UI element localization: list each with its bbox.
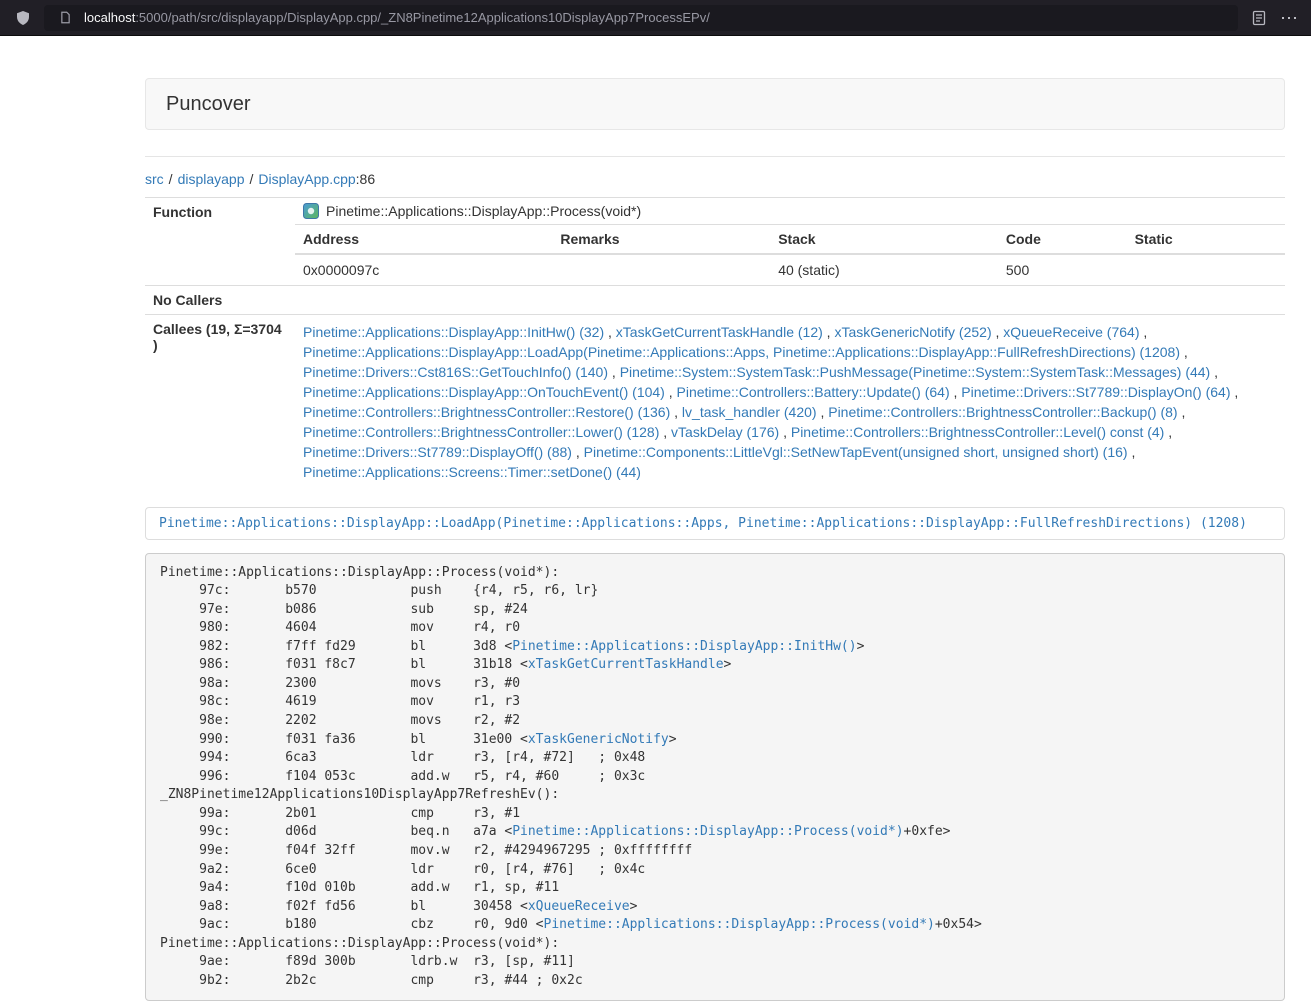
disassembly: Pinetime::Applications::DisplayApp::Proc… [145,553,1285,1001]
breadcrumb: src/displayapp/DisplayApp.cpp:86 [145,171,1285,187]
shield-icon[interactable] [12,7,34,29]
code-symbol-link[interactable]: Pinetime::Applications::DisplayApp::Proc… [512,824,903,839]
static-size-value [1127,254,1285,285]
callee-link[interactable]: Pinetime::Controllers::BrightnessControl… [791,424,1164,440]
callee-link[interactable]: Pinetime::System::SystemTask::PushMessag… [620,364,1211,380]
remarks-header: Remarks [552,225,770,254]
callee-link[interactable]: Pinetime::Components::LittleVgl::SetNewT… [584,444,1128,460]
breadcrumb-file[interactable]: DisplayApp.cpp [258,171,355,187]
function-label: Function [145,198,295,286]
code-symbol-link[interactable]: xTaskGetCurrentTaskHandle [528,657,724,672]
code-size-value: 500 [998,254,1127,285]
callee-link[interactable]: Pinetime::Controllers::Battery::Update()… [677,384,950,400]
address-value: 0x0000097c [295,254,552,285]
no-callers-content [295,286,1285,306]
callee-link[interactable]: Pinetime::Controllers::BrightnessControl… [303,404,670,420]
url-text: localhost:5000/path/src/displayapp/Displ… [84,10,710,25]
code-symbol-link[interactable]: Pinetime::Applications::DisplayApp::Proc… [544,917,935,932]
callee-link[interactable]: xQueueReceive (764) [1003,324,1139,340]
breadcrumb-line-number: :86 [356,171,375,187]
app-title[interactable]: Puncover [146,93,271,116]
code-symbol-link[interactable]: Pinetime::Applications::DisplayApp::Init… [512,639,856,654]
symbol-table: Function Pinetime::Applications::Display… [145,197,1285,489]
callees-list: Pinetime::Applications::DisplayApp::Init… [295,315,1285,489]
function-details-table: Address Remarks Stack Code Static 0x0000… [295,225,1285,285]
callee-link[interactable]: xTaskGetCurrentTaskHandle (12) [616,324,823,340]
callee-link[interactable]: Pinetime::Drivers::St7789::DisplayOff() … [303,444,572,460]
details-header-row: Address Remarks Stack Code Static [295,225,1285,254]
callee-link[interactable]: Pinetime::Applications::DisplayApp::Load… [303,344,1180,360]
no-callers-row: No Callers [145,286,1285,315]
breadcrumb-src[interactable]: src [145,171,164,187]
snippet-link[interactable]: Pinetime::Applications::DisplayApp::Load… [159,516,1247,531]
callee-link[interactable]: Pinetime::Applications::DisplayApp::OnTo… [303,384,665,400]
url-path: :5000/path/src/displayapp/DisplayApp.cpp… [135,10,710,25]
breadcrumb-separator: / [250,171,254,187]
callee-link[interactable]: Pinetime::Controllers::BrightnessControl… [828,404,1177,420]
callee-link[interactable]: Pinetime::Drivers::Cst816S::GetTouchInfo… [303,364,608,380]
browser-toolbar: localhost:5000/path/src/displayapp/Displ… [0,0,1311,36]
code-header: Code [998,225,1127,254]
stack-value: 40 (static) [770,254,998,285]
code-symbol-link[interactable]: xQueueReceive [528,899,630,914]
function-name: Pinetime::Applications::DisplayApp::Proc… [326,203,641,219]
divider [145,156,1285,157]
callee-link[interactable]: lv_task_handler (420) [682,404,817,420]
breadcrumb-separator: / [169,171,173,187]
details-value-row: 0x0000097c 40 (static) 500 [295,254,1285,285]
callee-link[interactable]: Pinetime::Drivers::St7789::DisplayOn() (… [961,384,1230,400]
callees-label: Callees (19, Σ=3704 ) [145,315,295,490]
callee-link[interactable]: Pinetime::Applications::DisplayApp::Init… [303,324,604,340]
remarks-value [552,254,770,285]
stack-header: Stack [770,225,998,254]
callee-link[interactable]: Pinetime::Controllers::BrightnessControl… [303,424,659,440]
function-icon [303,203,319,219]
function-row: Function Pinetime::Applications::Display… [145,198,1285,286]
callee-link[interactable]: xTaskGenericNotify (252) [834,324,991,340]
reader-mode-icon[interactable] [1248,7,1270,29]
code-symbol-link[interactable]: xTaskGenericNotify [528,732,669,747]
static-header: Static [1127,225,1285,254]
symbol-snippet: Pinetime::Applications::DisplayApp::Load… [145,507,1285,540]
address-header: Address [295,225,552,254]
page-content: Puncover src/displayapp/DisplayApp.cpp:8… [145,78,1285,1001]
menu-icon[interactable]: ⋯ [1280,7,1299,29]
callee-link[interactable]: Pinetime::Applications::Screens::Timer::… [303,464,641,480]
function-name-row: Pinetime::Applications::DisplayApp::Proc… [295,198,1285,225]
no-callers-label: No Callers [145,286,295,315]
callee-link[interactable]: vTaskDelay (176) [671,424,779,440]
app-header: Puncover [145,78,1285,130]
url-bar[interactable]: localhost:5000/path/src/displayapp/Displ… [44,5,1238,31]
url-host: localhost [84,10,135,25]
callees-row: Callees (19, Σ=3704 ) Pinetime::Applicat… [145,315,1285,490]
page-icon [54,7,76,29]
breadcrumb-displayapp[interactable]: displayapp [178,171,245,187]
